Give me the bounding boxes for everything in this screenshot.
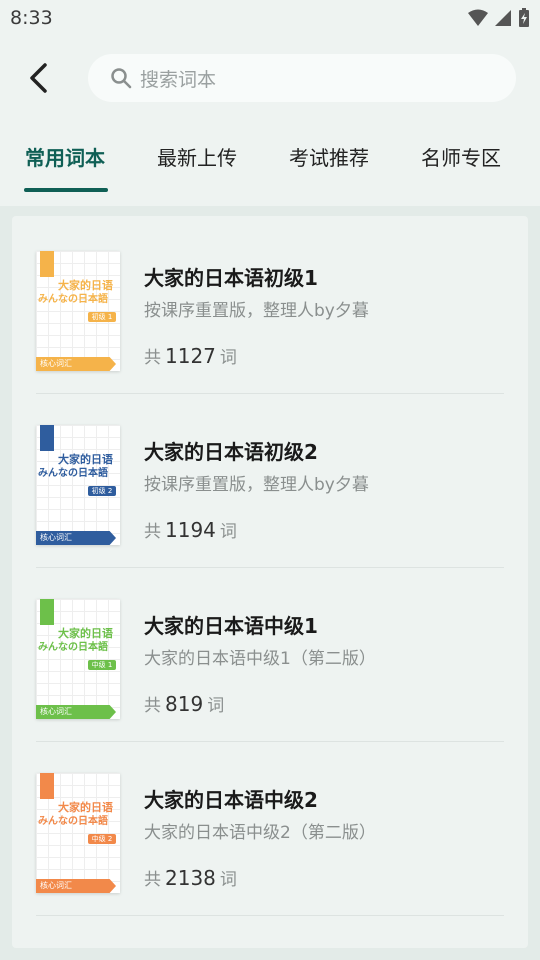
book-description: 按课序重置版，整理人by夕暮: [144, 301, 369, 321]
cover-title: 大家的日语: [58, 627, 113, 640]
book-title: 大家的日本语初级1: [144, 266, 318, 290]
cover-title: 大家的日语: [58, 279, 113, 292]
cover-subtitle: みんなの日本語: [38, 294, 108, 305]
cover-badge: [40, 599, 54, 625]
cover-band: 核心词汇: [36, 879, 116, 893]
back-button[interactable]: [22, 60, 54, 96]
book-title: 大家的日本语初级2: [144, 440, 318, 464]
book-item[interactable]: 大家的日语 みんなの日本語 中级 2 核心词汇 大家的日本语中级2 大家的日本语…: [36, 742, 504, 916]
back-arrow-icon: [30, 63, 47, 93]
signal-icon: [495, 10, 511, 26]
cover-subtitle: みんなの日本語: [38, 816, 108, 827]
cover-level: 初级 2: [88, 486, 116, 496]
book-item[interactable]: 大家的日语 みんなの日本語 初级 2 核心词汇 大家的日本语初级2 按课序重置版…: [36, 394, 504, 568]
tab-teacher[interactable]: 名师专区: [421, 142, 501, 171]
search-input[interactable]: 搜索词本: [88, 54, 516, 102]
status-time: 8:33: [10, 7, 53, 29]
search-placeholder: 搜索词本: [140, 68, 217, 91]
book-cover: 大家的日语 みんなの日本語 中级 2 核心词汇: [36, 773, 120, 893]
cover-band: 核心词汇: [36, 357, 116, 371]
search-icon: [111, 68, 132, 89]
word-count: 共 1127 词: [144, 344, 237, 368]
cover-badge: [40, 773, 54, 799]
book-cover: 大家的日语 みんなの日本語 初级 1 核心词汇: [36, 251, 120, 371]
cover-subtitle: みんなの日本語: [38, 642, 108, 653]
book-title: 大家的日本语中级2: [144, 788, 318, 812]
status-icons: [468, 8, 530, 28]
book-cover: 大家的日语 みんなの日本語 中级 1 核心词汇: [36, 599, 120, 719]
book-description: 大家的日本语中级2（第二版）: [144, 823, 376, 843]
cover-subtitle: みんなの日本語: [38, 468, 108, 479]
book-item[interactable]: 大家的日语 みんなの日本語 中级 1 核心词汇 大家的日本语中级1 大家的日本语…: [36, 568, 504, 742]
active-tab-indicator: [24, 188, 108, 192]
tab-latest[interactable]: 最新上传: [157, 142, 237, 171]
tab-bar: 常用词本 最新上传 考试推荐 名师专区: [0, 134, 540, 194]
book-list: 大家的日语 みんなの日本語 初级 1 核心词汇 大家的日本语初级1 按课序重置版…: [12, 216, 528, 948]
word-count: 共 1194 词: [144, 518, 237, 542]
wifi-icon: [468, 9, 488, 26]
book-item[interactable]: 大家的日语 みんなの日本語 初级 1 核心词汇 大家的日本语初级1 按课序重置版…: [36, 220, 504, 394]
cover-badge: [40, 425, 54, 451]
cover-band: 核心词汇: [36, 705, 116, 719]
word-count: 共 2138 词: [144, 866, 237, 890]
tab-exam[interactable]: 考试推荐: [289, 142, 369, 171]
cover-level: 中级 1: [88, 660, 116, 670]
cover-level: 初级 1: [88, 312, 116, 322]
battery-icon: [519, 8, 529, 27]
cover-title: 大家的日语: [58, 453, 113, 466]
book-description: 按课序重置版，整理人by夕暮: [144, 475, 369, 495]
book-description: 大家的日本语中级1（第二版）: [144, 649, 376, 669]
word-count: 共 819 词: [144, 692, 225, 716]
status-bar: 8:33: [0, 0, 540, 36]
cover-title: 大家的日语: [58, 801, 113, 814]
tab-common[interactable]: 常用词本: [25, 142, 105, 171]
book-title: 大家的日本语中级1: [144, 614, 318, 638]
cover-level: 中级 2: [88, 834, 116, 844]
cover-badge: [40, 251, 54, 277]
header: 搜索词本 常用词本 最新上传 考试推荐 名师专区: [0, 36, 540, 206]
book-cover: 大家的日语 みんなの日本語 初级 2 核心词汇: [36, 425, 120, 545]
cover-band: 核心词汇: [36, 531, 116, 545]
